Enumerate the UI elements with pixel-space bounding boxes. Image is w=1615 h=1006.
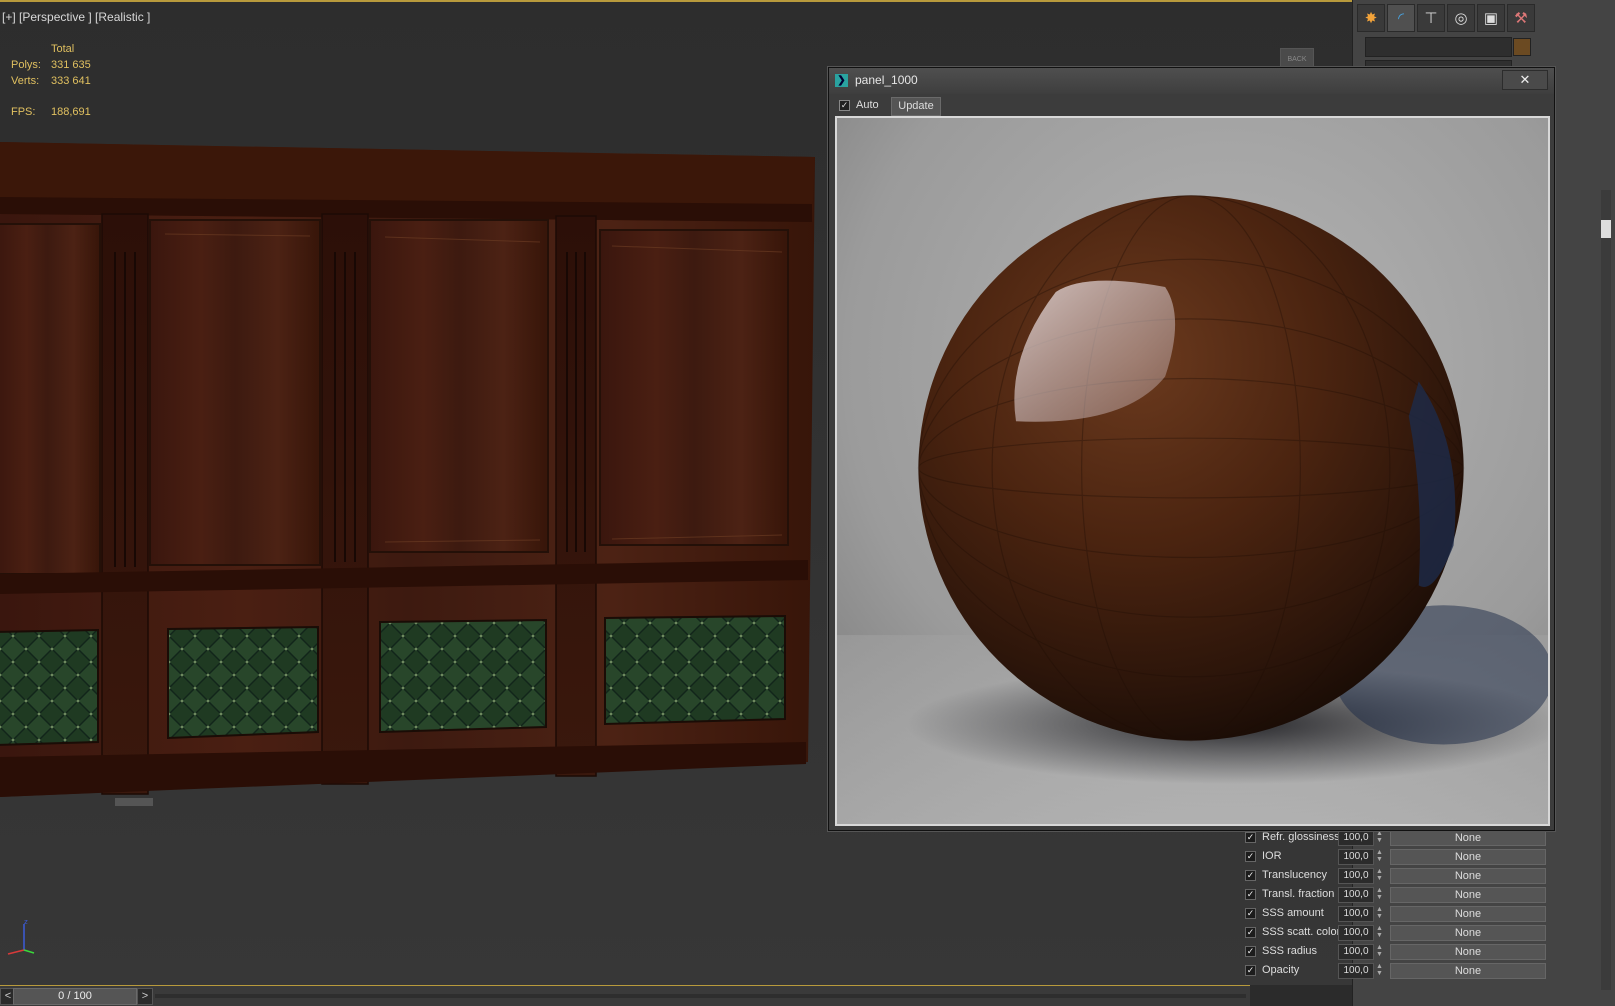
map-enable-checkbox[interactable]: ✓ [1245,965,1256,976]
map-label: SSS scatt. color [1262,926,1341,938]
material-preview-window: ❯ panel_1000 ✕ ✓ Auto Update [828,67,1555,831]
spinner-arrows-icon[interactable]: ▲ ▼ [1376,944,1383,958]
map-label: Transl. fraction [1262,888,1335,900]
map-slot-button[interactable]: None [1390,887,1546,903]
app-icon: ❯ [835,74,848,87]
spinner-arrows-icon[interactable]: ▲ ▼ [1376,868,1383,882]
time-slider[interactable]: 0 / 100 [13,988,137,1005]
map-amount-spinner[interactable]: 100,0 [1338,944,1374,960]
spinner-arrows-icon[interactable]: ▲ ▼ [1376,906,1383,920]
map-row: ✓ SSS radius 100,0 ▲ ▼ None [1240,942,1588,961]
auto-checkbox[interactable]: ✓ Auto [839,99,879,111]
map-enable-checkbox[interactable]: ✓ [1245,832,1256,843]
map-enable-checkbox[interactable]: ✓ [1245,889,1256,900]
map-enable-checkbox[interactable]: ✓ [1245,908,1256,919]
motion-icon[interactable]: ◎ [1447,4,1475,32]
object-name-field[interactable] [1365,37,1512,57]
wall-panel-model[interactable] [0,142,840,832]
map-amount-spinner[interactable]: 100,0 [1338,868,1374,884]
svg-text:z: z [24,920,28,926]
material-render-image [835,116,1550,826]
map-label: IOR [1262,850,1282,862]
map-slot-button[interactable]: None [1390,963,1546,979]
spinner-arrows-icon[interactable]: ▲ ▼ [1376,830,1383,844]
spinner-arrows-icon[interactable]: ▲ ▼ [1376,849,1383,863]
map-row: ✓ SSS amount 100,0 ▲ ▼ None [1240,904,1588,923]
map-enable-checkbox[interactable]: ✓ [1245,927,1256,938]
timeline: < 0 / 100 > [0,985,1250,1006]
map-amount-spinner[interactable]: 100,0 [1338,963,1374,979]
display-icon[interactable]: ▣ [1477,4,1505,32]
viewport-label[interactable]: [+] [Perspective ] [Realistic ] [2,10,150,24]
map-row: ✓ IOR 100,0 ▲ ▼ None [1240,847,1588,866]
map-label: Refr. glossiness [1262,831,1340,843]
preview-titlebar[interactable]: ❯ panel_1000 ✕ [829,68,1554,94]
stats-header: Total [51,43,75,55]
map-slot-button[interactable]: None [1390,925,1546,941]
fps-value: 188,691 [51,106,91,118]
modify-icon[interactable]: ◜ [1387,4,1415,32]
spinner-arrows-icon[interactable]: ▲ ▼ [1376,963,1383,977]
map-row: ✓ Transl. fraction 100,0 ▲ ▼ None [1240,885,1588,904]
command-panel-scrollbar[interactable] [1601,190,1611,990]
auto-check-icon[interactable]: ✓ [839,99,850,111]
spinner-arrows-icon[interactable]: ▲ ▼ [1376,925,1383,939]
timeline-next-button[interactable]: > [137,988,153,1005]
utilities-icon[interactable]: ⚒ [1507,4,1535,32]
map-enable-checkbox[interactable]: ✓ [1245,870,1256,881]
verts-value: 333 641 [51,75,91,87]
map-row: ✓ Translucency 100,0 ▲ ▼ None [1240,866,1588,885]
map-row: ✓ SSS scatt. color 100,0 ▲ ▼ None [1240,923,1588,942]
spinner-arrows-icon[interactable]: ▲ ▼ [1376,887,1383,901]
map-enable-checkbox[interactable]: ✓ [1245,851,1256,862]
map-label: Translucency [1262,869,1328,881]
polys-label: Polys: [11,59,41,71]
hierarchy-icon[interactable]: ⊤ [1417,4,1445,32]
preview-toolbar: ✓ Auto Update [835,96,1548,116]
preview-title: panel_1000 [855,73,918,87]
create-icon[interactable]: ✸ [1357,4,1385,32]
map-amount-spinner[interactable]: 100,0 [1338,849,1374,865]
close-button[interactable]: ✕ [1502,70,1548,90]
map-amount-spinner[interactable]: 100,0 [1338,830,1374,846]
map-slot-button[interactable]: None [1390,944,1546,960]
map-label: Opacity [1262,964,1300,976]
map-amount-spinner[interactable]: 100,0 [1338,925,1374,941]
map-enable-checkbox[interactable]: ✓ [1245,946,1256,957]
map-slot-button[interactable]: None [1390,906,1546,922]
maps-rollout: ✓ Refr. glossiness 100,0 ▲ ▼ None ✓ IOR 100,0 ▲ ▼ N… [1240,828,1588,980]
fps-label: FPS: [11,106,36,118]
viewport-statistics: Total Polys: 331 635 Verts: 333 641 FPS: 18… [11,41,91,120]
map-label: SSS amount [1262,907,1324,919]
polys-value: 331 635 [51,59,91,71]
map-amount-spinner[interactable]: 100,0 [1338,887,1374,903]
update-button[interactable]: Update [891,97,941,116]
map-amount-spinner[interactable]: 100,0 [1338,906,1374,922]
map-slot-button[interactable]: None [1390,849,1546,865]
map-label: SSS radius [1262,945,1318,957]
object-color-swatch[interactable] [1513,38,1531,56]
timeline-track[interactable] [155,994,1246,998]
map-slot-button[interactable]: None [1390,830,1546,846]
scrollbar-thumb[interactable] [1601,220,1611,238]
axis-tripod-icon: z [7,920,35,955]
verts-label: Verts: [11,75,40,87]
command-panel-tabs: ✸ ◜ ⊤ ◎ ▣ ⚒ [1353,4,1535,32]
map-row: ✓ Opacity 100,0 ▲ ▼ None [1240,961,1588,980]
auto-label: Auto [856,99,879,111]
map-slot-button[interactable]: None [1390,868,1546,884]
